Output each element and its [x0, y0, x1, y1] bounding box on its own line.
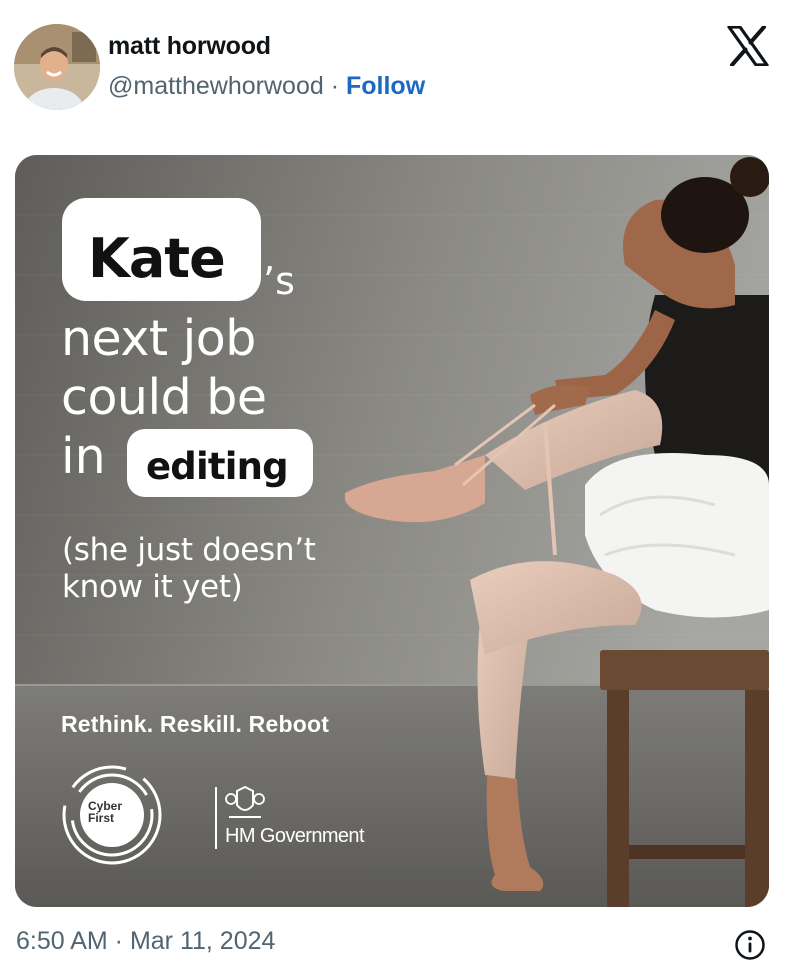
cyberfirst-logo-text: Cyber First — [88, 800, 122, 824]
tweet-timestamp[interactable]: 6:50 AM · Mar 11, 2024 — [16, 927, 275, 956]
royal-crest-icon — [225, 785, 265, 818]
author-handle[interactable]: @matthewhorwood — [108, 72, 324, 100]
campaign-slogan: Rethink. Reskill. Reboot — [61, 711, 330, 737]
headline-line-1: next job — [61, 310, 256, 367]
author-name[interactable]: matt horwood — [108, 32, 271, 61]
subline-1: (she just doesn’t — [62, 532, 316, 568]
tweet-media-image[interactable]: Kate ’s next job could be in editing (sh… — [15, 155, 769, 907]
info-icon[interactable] — [734, 929, 766, 961]
handle-row: @matthewhorwood · Follow — [108, 72, 425, 101]
follow-button[interactable]: Follow — [346, 72, 425, 100]
hmg-divider — [215, 787, 217, 849]
editing-highlight-text: editing — [146, 445, 289, 488]
avatar[interactable] — [14, 24, 100, 110]
cyberfirst-line-2: First — [88, 811, 115, 825]
tweet-card: matt horwood @matthewhorwood · Follow Ka… — [0, 0, 798, 974]
x-logo-icon[interactable] — [727, 26, 769, 66]
possessive-suffix: ’s — [263, 259, 295, 303]
separator-dot: · — [330, 72, 346, 100]
avatar-photo — [14, 24, 100, 110]
hm-government-label: HM Government — [225, 825, 365, 847]
subline-2: know it yet) — [62, 569, 243, 605]
headline-line-2: could be — [61, 369, 267, 426]
name-highlight-text: Kate — [88, 227, 226, 290]
headline-in-word: in — [61, 428, 106, 485]
